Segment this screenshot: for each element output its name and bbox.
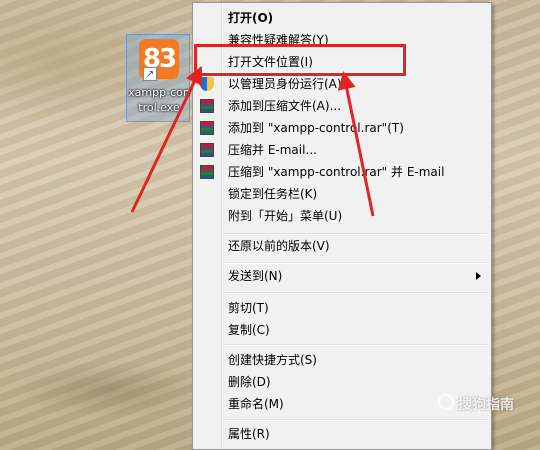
watermark-logo-icon — [438, 394, 454, 410]
annotation-arrow-left — [130, 65, 203, 213]
annotation-arrows — [130, 65, 375, 217]
annotation-arrow-right — [337, 71, 375, 217]
watermark-text: 搜狗指南 — [458, 397, 514, 413]
